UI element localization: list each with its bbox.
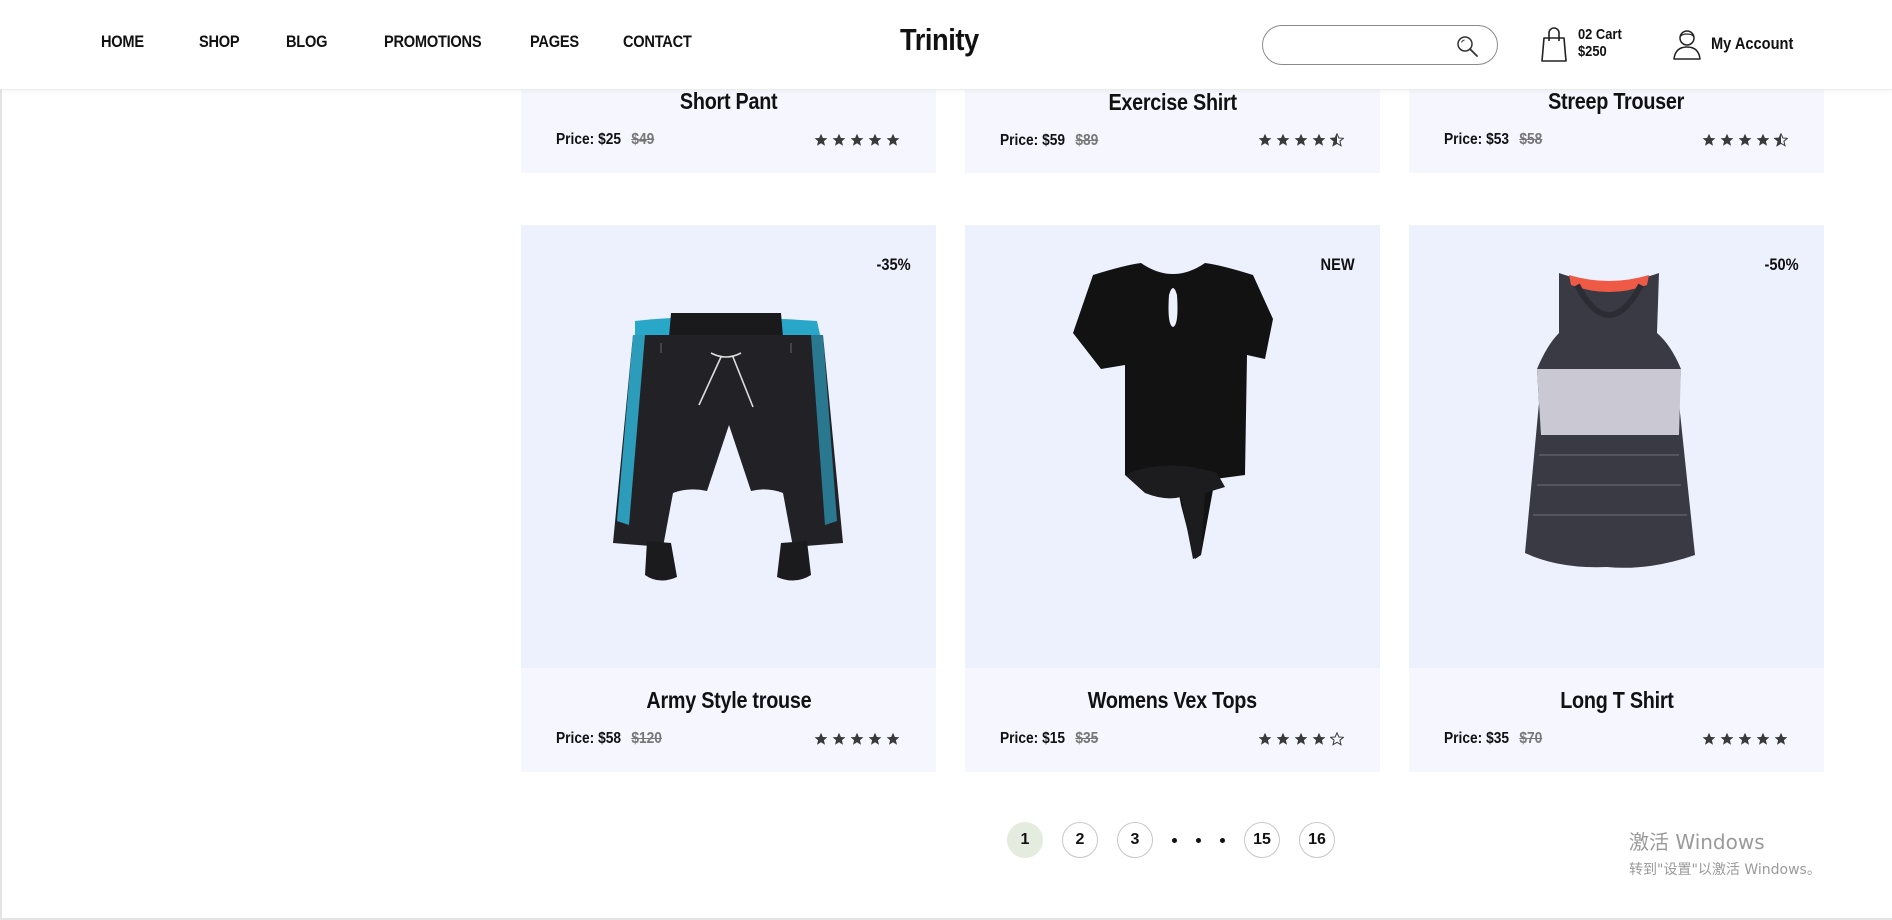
nav-home[interactable]: HOME (101, 32, 144, 52)
product-name[interactable]: Long T Shirt (1409, 687, 1824, 714)
star-full-icon (1702, 732, 1716, 745)
rating-stars (1258, 133, 1344, 147)
user-icon (1673, 30, 1701, 60)
page-1-button[interactable]: 1 (1007, 822, 1043, 858)
cart-button[interactable]: 02 Cart $250 (1540, 26, 1629, 64)
rating-stars (1258, 732, 1344, 746)
star-full-icon (886, 732, 900, 745)
star-full-icon (1294, 133, 1308, 146)
product-image[interactable]: NEW (965, 225, 1380, 668)
star-full-icon (814, 133, 828, 146)
page-2-button[interactable]: 2 (1062, 822, 1098, 858)
old-price: $89 (1075, 132, 1099, 149)
cart-count: 02 Cart (1578, 26, 1622, 43)
star-full-icon (868, 133, 882, 146)
product-price: Price: $35 $70 (1444, 730, 1543, 747)
shopping-bag-icon (1541, 27, 1567, 62)
product-image[interactable]: -35% (521, 225, 936, 668)
product-info (965, 668, 1380, 772)
search-box (1262, 25, 1498, 65)
star-full-icon (1774, 732, 1788, 745)
old-price: $70 (1519, 730, 1543, 747)
pagination-ellipsis (1172, 837, 1225, 843)
product-name[interactable]: Army Style trouse (521, 687, 936, 714)
nav-pages[interactable]: PAGES (530, 32, 579, 52)
page-15-button[interactable]: 15 (1244, 822, 1280, 858)
site-logo[interactable]: Trinity (900, 22, 979, 58)
search-input[interactable] (1277, 34, 1447, 56)
star-full-icon (1738, 133, 1752, 146)
product-price: Price: $15 $35 (1000, 730, 1099, 747)
rating-stars (814, 732, 900, 746)
page-16-button[interactable]: 16 (1299, 822, 1335, 858)
nav-promotions[interactable]: PROMOTIONS (384, 32, 482, 52)
rating-stars (1702, 133, 1788, 147)
page-3-button[interactable]: 3 (1117, 822, 1153, 858)
product-name[interactable]: Short Pant (521, 88, 936, 115)
star-full-icon (814, 732, 828, 745)
star-full-icon (850, 732, 864, 745)
site-header: HOME SHOP BLOG PROMOTIONS PAGES CONTACT … (0, 0, 1892, 90)
watermark-title: 激活 Windows (1629, 830, 1765, 854)
nav-blog[interactable]: BLOG (286, 32, 327, 52)
discount-badge: -35% (876, 255, 911, 274)
star-full-icon (1756, 133, 1770, 146)
old-price: $120 (631, 730, 662, 747)
star-full-icon (850, 133, 864, 146)
search-icon[interactable] (1455, 34, 1479, 58)
old-price: $35 (1075, 730, 1099, 747)
star-full-icon (1258, 732, 1272, 745)
rating-stars (814, 133, 900, 147)
star-full-icon (832, 133, 846, 146)
discount-badge: -50% (1764, 255, 1799, 274)
account-button[interactable]: My Account (1672, 28, 1807, 60)
star-full-icon (1276, 732, 1290, 745)
star-full-icon (1720, 133, 1734, 146)
star-full-icon (832, 732, 846, 745)
product-name[interactable]: Womens Vex Tops (965, 687, 1380, 714)
watermark-subtitle: 转到"设置"以激活 Windows。 (1629, 862, 1821, 878)
star-full-icon (1294, 732, 1308, 745)
tie-top-icon (1073, 263, 1273, 559)
product-price: Price: $59 $89 (1000, 132, 1099, 149)
shorts-icon (613, 313, 843, 581)
product-price: Price: $58 $120 (556, 730, 662, 747)
star-full-icon (1720, 732, 1734, 745)
star-full-icon (1258, 133, 1272, 146)
old-price: $49 (631, 131, 655, 148)
cart-total: $250 (1578, 43, 1607, 60)
star-full-icon (1756, 732, 1770, 745)
star-empty-icon (1330, 732, 1344, 746)
star-full-icon (1312, 732, 1326, 745)
nav-contact[interactable]: CONTACT (623, 32, 692, 52)
star-full-icon (1276, 133, 1290, 146)
windows-activation-watermark: 激活 Windows 转到"设置"以激活 Windows。 (1629, 826, 1821, 879)
cart-summary: 02 Cart $250 (1578, 26, 1622, 60)
product-info (1409, 668, 1824, 772)
star-full-icon (868, 732, 882, 745)
rating-stars (1702, 732, 1788, 746)
product-info (521, 668, 936, 772)
product-price: Price: $53 $58 (1444, 131, 1543, 148)
star-full-icon (1312, 133, 1326, 146)
product-name[interactable]: Streep Trouser (1409, 88, 1824, 115)
old-price: $58 (1519, 131, 1543, 148)
tank-top-icon (1525, 273, 1695, 568)
product-price: Price: $25 $49 (556, 131, 655, 148)
star-half-icon (1774, 133, 1788, 147)
star-half-icon (1330, 133, 1344, 147)
star-full-icon (886, 133, 900, 146)
star-full-icon (1702, 133, 1716, 146)
product-name[interactable]: Exercise Shirt (965, 89, 1380, 116)
new-badge: NEW (1320, 255, 1355, 274)
product-image[interactable]: -50% (1409, 225, 1824, 668)
pagination: 1 2 3 15 16 (1007, 822, 1335, 858)
star-full-icon (1738, 732, 1752, 745)
nav-shop[interactable]: SHOP (199, 32, 240, 52)
main-nav: HOME SHOP BLOG PROMOTIONS PAGES CONTACT (101, 32, 702, 52)
account-label: My Account (1711, 34, 1794, 53)
